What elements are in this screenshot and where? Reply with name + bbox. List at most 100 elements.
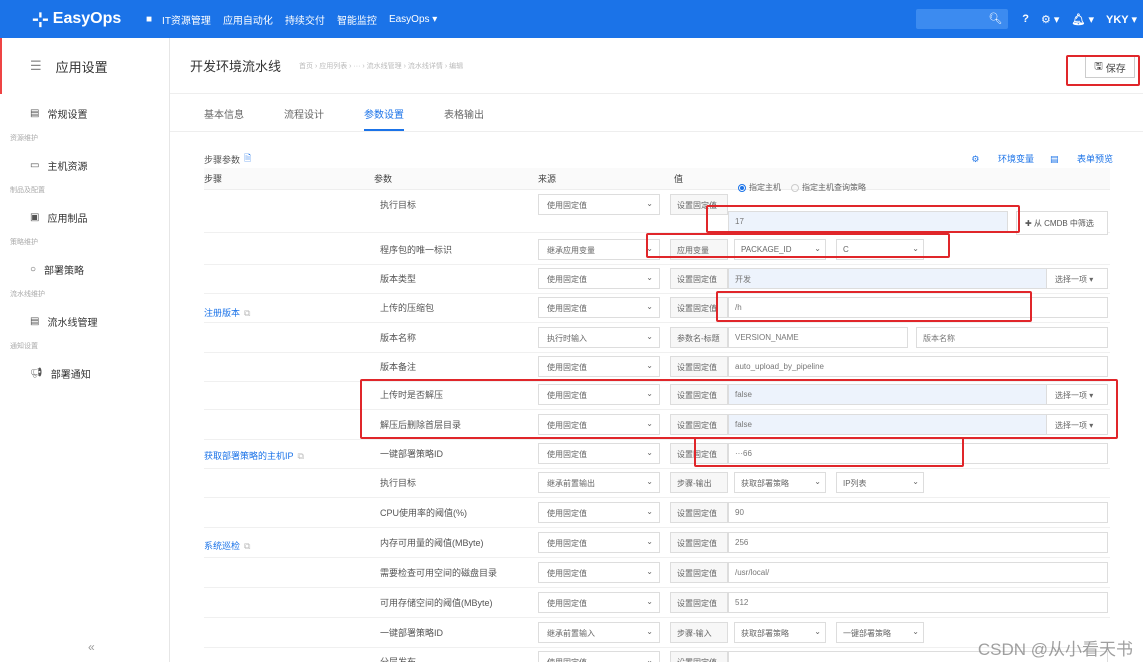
- sidebar: ☰ 应用设置 ▤ 常规设置 资源维护 ▭ 主机资源 制品及配置 ▣ 应用制品 策…: [0, 38, 170, 662]
- choose-option-button[interactable]: 选择一项 ▾: [1046, 268, 1108, 289]
- nav-it-resources[interactable]: IT资源管理: [162, 12, 211, 27]
- value-input[interactable]: /usr/local/: [728, 562, 1108, 583]
- param-name: 上传的压缩包: [380, 303, 435, 313]
- table-row: 执行目标 继承前置输出 ⌄ 步骤-输出 获取部署策略 ⌄ IP列表 ⌄: [204, 467, 1110, 498]
- radio-host[interactable]: [738, 183, 746, 192]
- sidebar-item-hosts[interactable]: ▭ 主机资源: [0, 146, 169, 184]
- tab-basic-info[interactable]: 基本信息: [204, 106, 244, 131]
- sidebar-group: 策略维护: [10, 239, 38, 246]
- user-menu[interactable]: YKY ▾: [1106, 13, 1137, 26]
- source-value: 继承应用变量: [547, 246, 595, 255]
- source-select[interactable]: 使用固定值 ⌄: [538, 532, 660, 553]
- source-select[interactable]: 使用固定值 ⌄: [538, 592, 660, 613]
- value-input[interactable]: 90: [728, 502, 1108, 523]
- nav-smart-monitoring[interactable]: 智能监控: [337, 12, 377, 27]
- step-system-inspection[interactable]: 系统巡检 ⧉: [204, 539, 250, 552]
- value-select[interactable]: 获取部署策略 ⌄: [734, 472, 826, 493]
- tab-table-output[interactable]: 表格输出: [444, 106, 484, 131]
- pipeline-icon: ▤: [30, 315, 40, 327]
- sidebar-item-artifacts[interactable]: ▣ 应用制品: [0, 198, 169, 236]
- chevron-down-icon: ⌄: [646, 361, 653, 370]
- help-icon[interactable]: ?: [1022, 13, 1029, 25]
- value-select[interactable]: PACKAGE_ID ⌄: [734, 239, 826, 260]
- value-label: 设置固定值: [670, 268, 728, 289]
- env-vars-link[interactable]: ⚙ 环境变量: [971, 152, 1034, 165]
- grid-icon[interactable]: ■: [146, 14, 152, 25]
- save-button[interactable]: 🖫︎ 保存: [1085, 56, 1135, 78]
- tab-param-settings[interactable]: 参数设置: [364, 106, 404, 131]
- value-select[interactable]: C ⌄: [836, 239, 924, 260]
- page-header: 开发环境流水线 首页 › 应用列表 › ··· › 流水线管理 › 流水线详情 …: [170, 38, 1143, 94]
- page-title: 开发环境流水线: [190, 59, 282, 74]
- menu-icon[interactable]: ☰: [30, 58, 42, 74]
- value-select[interactable]: IP列表 ⌄: [836, 472, 924, 493]
- bell-icon[interactable]: 🔔︎ ▾: [1071, 13, 1094, 26]
- value-input[interactable]: /h: [728, 297, 1108, 318]
- sidebar-group: 资源维护: [10, 135, 38, 142]
- source-select[interactable]: 使用固定值 ⌄: [538, 443, 660, 464]
- megaphone-icon: 📢︎: [30, 367, 43, 379]
- sidebar-item-general[interactable]: ▤ 常规设置: [0, 94, 169, 132]
- document-icon[interactable]: 🗎︎: [244, 151, 251, 167]
- table-row: 执行目标 使用固定值 ⌄ 设置固定值 17 指定主机 指定主机查询策略 ✚ 从 CMDB 中筛…: [204, 183, 1110, 235]
- form-preview-link[interactable]: ▤ 表单预览: [1050, 152, 1113, 165]
- source-value: 使用固定值: [547, 450, 587, 459]
- choose-option-button[interactable]: 选择一项 ▾: [1046, 384, 1108, 405]
- value-input[interactable]: 17: [728, 211, 1008, 232]
- list-icon: ▤: [30, 107, 40, 119]
- value-input[interactable]: 256: [728, 532, 1108, 553]
- value-title-text: 版本名称: [923, 334, 955, 343]
- value-select[interactable]: 获取部署策略 ⌄: [734, 622, 826, 643]
- value-input[interactable]: ···66: [728, 443, 1108, 464]
- collapse-icon[interactable]: «: [88, 640, 95, 654]
- search-input[interactable]: 🔍︎: [916, 9, 1009, 29]
- filter-from-cmdb-button[interactable]: ✚ 从 CMDB 中筛选: [1016, 211, 1108, 235]
- nav-app-automation[interactable]: 应用自动化: [223, 12, 273, 27]
- source-select[interactable]: 继承前置输入 ⌄: [538, 622, 660, 643]
- nav-easyops[interactable]: EasyOps ▾: [389, 14, 437, 25]
- table-row: 版本类型 使用固定值 ⌄ 设置固定值 开发 选择一项 ▾: [204, 263, 1110, 294]
- value-input[interactable]: auto_upload_by_pipeline: [728, 356, 1108, 377]
- tab-flow-design[interactable]: 流程设计: [284, 106, 324, 131]
- source-select[interactable]: 使用固定值 ⌄: [538, 268, 660, 289]
- value-input[interactable]: false: [728, 414, 1048, 435]
- source-select[interactable]: 继承前置输出 ⌄: [538, 472, 660, 493]
- value-title-input[interactable]: 版本名称: [916, 327, 1108, 348]
- breadcrumb[interactable]: 首页 › 应用列表 › ··· › 流水线管理 › 流水线详情 › 编辑: [299, 61, 463, 71]
- value-input[interactable]: 开发: [728, 268, 1048, 289]
- value-select-text: 一键部署策略: [843, 629, 891, 638]
- source-select[interactable]: 使用固定值 ⌄: [538, 414, 660, 435]
- param-name: 程序包的唯一标识: [380, 245, 453, 255]
- value-label: 设置固定值: [670, 356, 728, 377]
- radio-strategy-label: 指定主机查询策略: [802, 183, 866, 192]
- sidebar-item-deploy-strategy[interactable]: ○ 部署策略: [0, 250, 169, 288]
- source-select[interactable]: 使用固定值 ⌄: [538, 297, 660, 318]
- source-value: 使用固定值: [547, 304, 587, 313]
- source-select[interactable]: 使用固定值 ⌄: [538, 502, 660, 523]
- step-get-deploy-host-ip[interactable]: 获取部署策略的主机IP ⧉: [204, 449, 304, 462]
- sidebar-item-pipelines[interactable]: ▤ 流水线管理: [0, 302, 169, 340]
- choose-option-button[interactable]: 选择一项 ▾: [1046, 414, 1108, 435]
- value-select[interactable]: 一键部署策略 ⌄: [836, 622, 924, 643]
- source-select[interactable]: 使用固定值 ⌄: [538, 384, 660, 405]
- source-select[interactable]: 使用固定值 ⌄: [538, 651, 660, 662]
- radio-strategy[interactable]: [791, 183, 799, 192]
- value-label: 设置固定值: [670, 592, 728, 613]
- top-right-tools: 🔍︎ ? ⚙ ▾ 🔔︎ ▾ YKY ▾: [916, 0, 1143, 38]
- value-input[interactable]: false: [728, 384, 1048, 405]
- source-select[interactable]: 继承应用变量 ⌄: [538, 239, 660, 260]
- value-input[interactable]: 512: [728, 592, 1108, 613]
- source-select[interactable]: 使用固定值 ⌄: [538, 562, 660, 583]
- section-links: ⚙ 环境变量 ▤ 表单预览: [955, 152, 1113, 165]
- step-register-version[interactable]: 注册版本 ⧉: [204, 306, 250, 319]
- value-input[interactable]: VERSION_NAME: [728, 327, 908, 348]
- sidebar-item-label: 应用制品: [47, 213, 88, 225]
- source-select[interactable]: 使用固定值 ⌄: [538, 194, 660, 215]
- nav-continuous-delivery[interactable]: 持续交付: [285, 12, 325, 27]
- source-select[interactable]: 执行时输入 ⌄: [538, 327, 660, 348]
- sidebar-item-notify[interactable]: 📢︎ 部署通知: [0, 354, 169, 392]
- gear-icon[interactable]: ⚙ ▾: [1041, 13, 1059, 26]
- sidebar-group: 制品及配置: [10, 187, 45, 194]
- source-select[interactable]: 使用固定值 ⌄: [538, 356, 660, 377]
- logo[interactable]: ⊹ EasyOps: [32, 7, 142, 32]
